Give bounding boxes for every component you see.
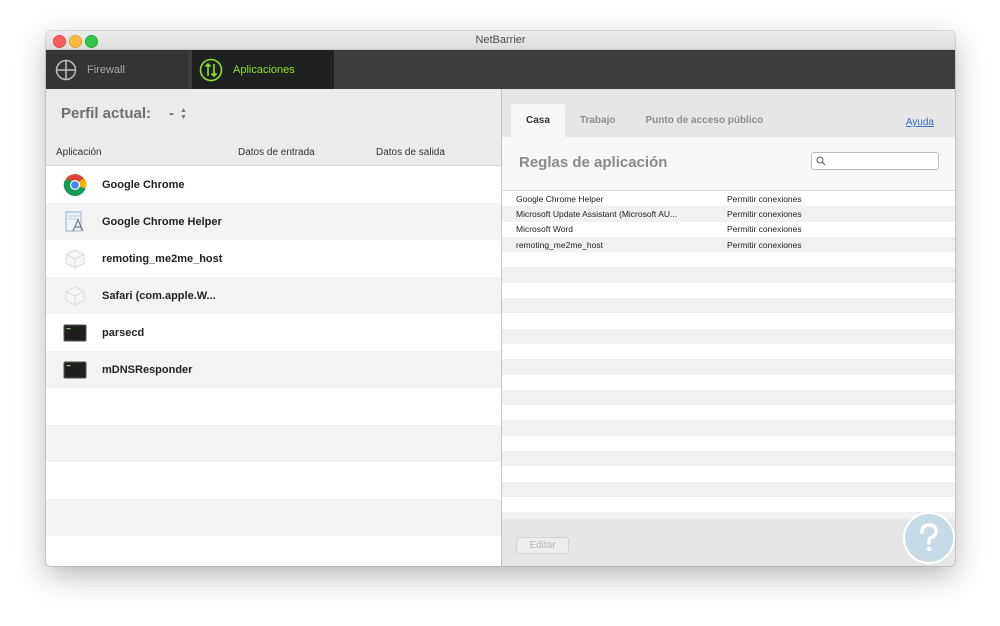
rule-action[interactable]: Permitir conexiones bbox=[714, 209, 802, 219]
tab-firewall-label: Firewall bbox=[87, 63, 125, 76]
empty-row bbox=[502, 389, 955, 406]
empty-row bbox=[502, 451, 955, 467]
empty-row bbox=[502, 435, 955, 452]
empty-row bbox=[502, 328, 955, 344]
empty-row bbox=[502, 496, 955, 513]
search-icon bbox=[816, 156, 826, 166]
empty-row bbox=[502, 313, 955, 329]
column-header-outgoing[interactable]: Datos de salida bbox=[376, 147, 445, 158]
list-item[interactable]: Safari (com.apple.W... bbox=[46, 277, 501, 314]
terminal-icon bbox=[63, 361, 87, 378]
rules-area: Reglas de aplicación Google Chrome Helpe… bbox=[502, 137, 955, 519]
rule-app: remoting_me2me_host bbox=[516, 239, 603, 250]
rule-action[interactable]: Permitir conexiones bbox=[714, 194, 802, 204]
table-row[interactable]: Microsoft Update Assistant (Microsoft AU… bbox=[502, 206, 955, 222]
tab-casa[interactable]: Casa bbox=[511, 104, 565, 137]
empty-row bbox=[502, 405, 955, 421]
profile-selector[interactable]: Perfil actual: - ▲ ▼ bbox=[61, 105, 187, 122]
app-name: parsecd bbox=[102, 326, 145, 339]
empty-row bbox=[502, 267, 955, 283]
app-list: Google Chrome Google Chrome Helper remot… bbox=[46, 165, 501, 566]
empty-row bbox=[46, 388, 501, 425]
app-generic-icon bbox=[65, 211, 84, 231]
list-item[interactable]: mDNSResponder bbox=[46, 351, 501, 388]
empty-row bbox=[502, 466, 955, 482]
globe-icon bbox=[55, 59, 77, 80]
list-item[interactable]: remoting_me2me_host bbox=[46, 240, 501, 277]
table-row[interactable]: Microsoft Word Permitir conexiones bbox=[502, 221, 955, 237]
tab-firewall[interactable]: Firewall bbox=[46, 50, 188, 89]
empty-row bbox=[46, 462, 501, 499]
empty-row bbox=[502, 420, 955, 436]
profile-value: - bbox=[169, 105, 175, 122]
edit-button[interactable]: Editar bbox=[516, 537, 569, 554]
empty-row bbox=[46, 499, 501, 536]
terminal-icon bbox=[63, 324, 87, 341]
empty-row bbox=[502, 343, 955, 360]
empty-row bbox=[502, 298, 955, 314]
app-blank-icon bbox=[65, 248, 85, 269]
apps-arrows-icon bbox=[199, 58, 223, 81]
rules-panel: Casa Trabajo Punto de acceso público Ayu… bbox=[502, 89, 955, 566]
rules-table: Google Chrome Helper Permitir conexiones… bbox=[502, 190, 955, 519]
title-bar: NetBarrier bbox=[46, 31, 955, 50]
empty-row bbox=[46, 425, 501, 462]
app-name: Safari (com.apple.W... bbox=[102, 289, 216, 302]
applications-panel: Perfil actual: - ▲ ▼ Aplicación Datos de … bbox=[46, 89, 502, 566]
profile-label: Perfil actual: bbox=[61, 105, 152, 122]
list-item[interactable]: parsecd bbox=[46, 314, 501, 351]
window-title: NetBarrier bbox=[475, 34, 526, 46]
empty-row bbox=[502, 374, 955, 390]
help-badge-icon bbox=[903, 512, 955, 564]
column-header-incoming[interactable]: Datos de entrada bbox=[238, 147, 315, 158]
list-item[interactable]: Google Chrome bbox=[46, 166, 501, 203]
updown-stepper-icon[interactable]: ▲ ▼ bbox=[180, 107, 187, 121]
search-input[interactable] bbox=[811, 152, 939, 170]
rules-title: Reglas de aplicación bbox=[519, 154, 668, 171]
app-name: mDNSResponder bbox=[102, 363, 193, 376]
empty-row bbox=[502, 481, 955, 497]
rule-action[interactable]: Permitir conexiones bbox=[714, 240, 802, 250]
rule-app: Microsoft Word bbox=[516, 224, 573, 235]
empty-row bbox=[502, 252, 955, 268]
tab-punto-de-acceso[interactable]: Punto de acceso público bbox=[630, 104, 778, 137]
app-blank-icon bbox=[65, 285, 85, 306]
empty-row bbox=[502, 512, 955, 519]
profile-tabs: Casa Trabajo Punto de acceso público bbox=[511, 104, 778, 137]
app-name: remoting_me2me_host bbox=[102, 252, 223, 265]
tab-aplicaciones[interactable]: Aplicaciones bbox=[192, 50, 334, 89]
rule-app: Google Chrome Helper bbox=[516, 193, 604, 204]
rule-action[interactable]: Permitir conexiones bbox=[714, 224, 802, 234]
help-link[interactable]: Ayuda bbox=[906, 117, 934, 128]
tab-aplicaciones-label: Aplicaciones bbox=[233, 63, 295, 76]
empty-row bbox=[502, 359, 955, 375]
list-item[interactable]: Google Chrome Helper bbox=[46, 203, 501, 240]
column-header-app[interactable]: Aplicación bbox=[56, 147, 102, 158]
empty-row bbox=[46, 536, 501, 566]
tab-trabajo[interactable]: Trabajo bbox=[565, 104, 631, 137]
question-mark-icon bbox=[920, 523, 938, 552]
table-row[interactable]: remoting_me2me_host Permitir conexiones bbox=[502, 236, 955, 253]
chrome-icon bbox=[63, 173, 87, 196]
app-window: NetBarrier Firewall Aplicaciones Perfil … bbox=[46, 31, 955, 566]
rule-app: Microsoft Update Assistant (Microsoft AU… bbox=[516, 208, 678, 219]
empty-row bbox=[502, 282, 955, 299]
toolbar: Firewall Aplicaciones bbox=[46, 50, 955, 89]
app-name: Google Chrome Helper bbox=[102, 215, 222, 228]
app-name: Google Chrome bbox=[102, 178, 185, 191]
table-row[interactable]: Google Chrome Helper Permitir conexiones bbox=[502, 191, 955, 207]
